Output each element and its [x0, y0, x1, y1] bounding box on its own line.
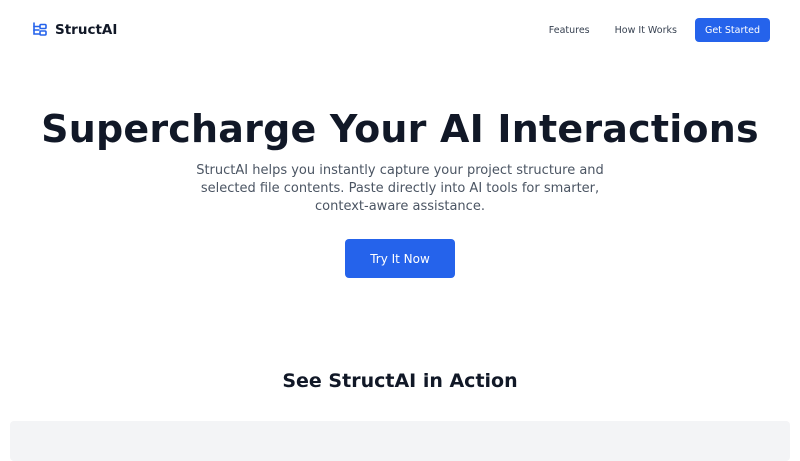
- get-started-button[interactable]: Get Started: [694, 18, 770, 42]
- demo-section-title: See StructAI in Action: [282, 370, 518, 392]
- nav-link-features[interactable]: Features: [549, 25, 590, 36]
- brand-name: StructAI: [55, 22, 118, 38]
- nav-link-how-it-works[interactable]: How It Works: [615, 25, 677, 36]
- top-navbar: StructAI Features How It Works Get Start…: [0, 0, 800, 60]
- demo-section: See StructAI in Action: [0, 368, 800, 394]
- hero-title: Supercharge Your AI Interactions: [41, 107, 759, 151]
- hero-subtitle: StructAI helps you instantly capture you…: [196, 163, 604, 214]
- brand-logo[interactable]: StructAI: [31, 20, 117, 40]
- tree-structure-icon: [31, 21, 49, 39]
- nav-links: Features How It Works Get Started: [549, 18, 770, 42]
- hero-section: Supercharge Your AI Interactions StructA…: [0, 100, 800, 278]
- try-it-now-button[interactable]: Try It Now: [345, 239, 455, 278]
- demo-preview-panel: [10, 421, 790, 461]
